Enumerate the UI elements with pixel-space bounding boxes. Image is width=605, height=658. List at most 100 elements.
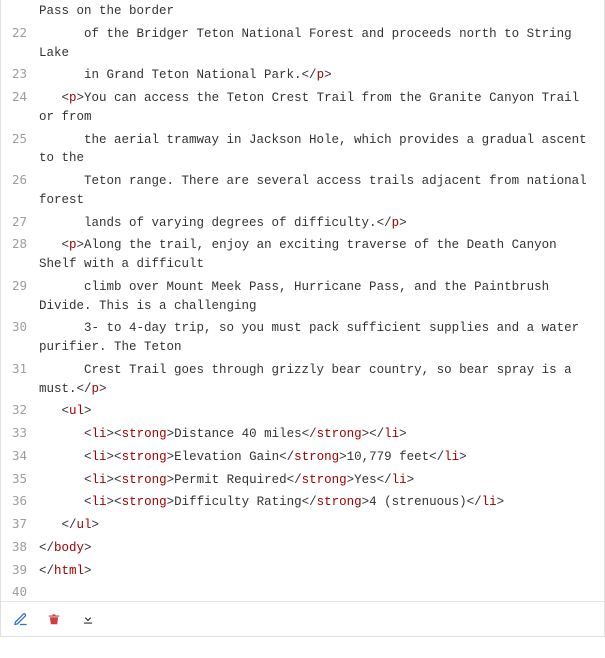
text-token: > bbox=[324, 68, 332, 82]
text-token: Crest Trail goes through grizzly bear co… bbox=[39, 363, 579, 396]
text-token: > bbox=[84, 404, 92, 418]
code-line[interactable]: 26 Teton range. There are several access… bbox=[1, 170, 604, 212]
tag-token: p bbox=[92, 382, 100, 396]
line-number: 36 bbox=[1, 491, 35, 510]
text-token: > bbox=[99, 382, 107, 396]
line-content[interactable]: climb over Mount Meek Pass, Hurricane Pa… bbox=[35, 276, 604, 318]
tag-token: strong bbox=[122, 473, 167, 487]
code-line[interactable]: 35 <li><strong>Permit Required</strong>Y… bbox=[1, 469, 604, 492]
code-line[interactable]: 29 climb over Mount Meek Pass, Hurricane… bbox=[1, 276, 604, 318]
line-content[interactable]: <p>You can access the Teton Crest Trail … bbox=[35, 87, 604, 129]
trash-icon[interactable] bbox=[45, 610, 63, 628]
code-editor: Pass on the border 22 of the Bridger Teto… bbox=[0, 0, 605, 637]
text-token: >< bbox=[107, 450, 122, 464]
code-line[interactable]: 32 <ul> bbox=[1, 400, 604, 423]
line-content[interactable]: <li><strong>Permit Required</strong>Yes<… bbox=[35, 469, 604, 492]
code-line[interactable]: 28 <p>Along the trail, enjoy an exciting… bbox=[1, 234, 604, 276]
line-content[interactable]: in Grand Teton National Park.</p> bbox=[35, 64, 604, 87]
text-token: ></ bbox=[362, 427, 385, 441]
code-line[interactable]: 39</html> bbox=[1, 560, 604, 583]
text-token: > bbox=[459, 450, 467, 464]
text-token: </ bbox=[39, 564, 54, 578]
text-token: < bbox=[39, 473, 92, 487]
line-content[interactable]: <li><strong>Elevation Gain</strong>10,77… bbox=[35, 446, 604, 469]
code-line[interactable]: 24 <p>You can access the Teton Crest Tra… bbox=[1, 87, 604, 129]
tag-token: ul bbox=[69, 404, 84, 418]
code-line[interactable]: 38</body> bbox=[1, 537, 604, 560]
text-token: > bbox=[84, 564, 92, 578]
text-token: >Distance 40 miles</ bbox=[167, 427, 317, 441]
line-content[interactable]: <ul> bbox=[35, 400, 604, 423]
line-content[interactable]: </body> bbox=[35, 537, 604, 560]
text-token: in Grand Teton National Park.</ bbox=[39, 68, 317, 82]
line-number: 29 bbox=[1, 276, 35, 295]
line-number: 25 bbox=[1, 129, 35, 148]
code-line[interactable]: Pass on the border bbox=[1, 0, 604, 23]
line-content[interactable]: of the Bridger Teton National Forest and… bbox=[35, 23, 604, 65]
line-number: 31 bbox=[1, 359, 35, 378]
code-line[interactable]: 31 Crest Trail goes through grizzly bear… bbox=[1, 359, 604, 401]
tag-token: html bbox=[54, 564, 84, 578]
text-token: </ bbox=[39, 541, 54, 555]
text-token: >Permit Required</ bbox=[167, 473, 302, 487]
text-token: </ bbox=[39, 518, 77, 532]
tag-token: strong bbox=[302, 473, 347, 487]
text-token: > bbox=[84, 541, 92, 555]
code-line[interactable]: 36 <li><strong>Difficulty Rating</strong… bbox=[1, 491, 604, 514]
code-line[interactable]: 33 <li><strong>Distance 40 miles</strong… bbox=[1, 423, 604, 446]
line-content[interactable] bbox=[35, 582, 604, 586]
code-line[interactable]: 30 3- to 4-day trip, so you must pack su… bbox=[1, 317, 604, 359]
text-token: the aerial tramway in Jackson Hole, whic… bbox=[39, 133, 594, 166]
text-token: >Elevation Gain</ bbox=[167, 450, 295, 464]
text-token: 3- to 4-day trip, so you must pack suffi… bbox=[39, 321, 587, 354]
text-token: > bbox=[497, 495, 505, 509]
line-number: 22 bbox=[1, 23, 35, 42]
line-number: 27 bbox=[1, 212, 35, 231]
tag-token: li bbox=[384, 427, 399, 441]
edit-icon[interactable] bbox=[11, 610, 29, 628]
text-token: Pass on the border bbox=[39, 4, 174, 18]
line-number: 38 bbox=[1, 537, 35, 556]
line-number: 23 bbox=[1, 64, 35, 83]
text-token: >4 (strenuous)</ bbox=[362, 495, 482, 509]
line-number: 37 bbox=[1, 514, 35, 533]
code-line[interactable]: 40 bbox=[1, 582, 604, 601]
line-content[interactable]: Pass on the border bbox=[35, 0, 604, 23]
line-content[interactable]: the aerial tramway in Jackson Hole, whic… bbox=[35, 129, 604, 171]
text-token: >Difficulty Rating</ bbox=[167, 495, 317, 509]
text-token: lands of varying degrees of difficulty.<… bbox=[39, 216, 392, 230]
code-line[interactable]: 27 lands of varying degrees of difficult… bbox=[1, 212, 604, 235]
tag-token: body bbox=[54, 541, 84, 555]
line-content[interactable]: <li><strong>Difficulty Rating</strong>4 … bbox=[35, 491, 604, 514]
download-icon[interactable] bbox=[79, 610, 97, 628]
code-line[interactable]: 22 of the Bridger Teton National Forest … bbox=[1, 23, 604, 65]
code-line[interactable]: 34 <li><strong>Elevation Gain</strong>10… bbox=[1, 446, 604, 469]
tag-token: p bbox=[392, 216, 400, 230]
line-content[interactable]: </ul> bbox=[35, 514, 604, 537]
text-token: Teton range. There are several access tr… bbox=[39, 174, 594, 207]
text-token: >10,779 feet</ bbox=[339, 450, 444, 464]
line-content[interactable]: lands of varying degrees of difficulty.<… bbox=[35, 212, 604, 235]
tag-token: ul bbox=[77, 518, 92, 532]
line-content[interactable]: 3- to 4-day trip, so you must pack suffi… bbox=[35, 317, 604, 359]
tag-token: strong bbox=[122, 427, 167, 441]
text-token: >< bbox=[107, 495, 122, 509]
line-content[interactable]: Teton range. There are several access tr… bbox=[35, 170, 604, 212]
tag-token: strong bbox=[317, 495, 362, 509]
line-content[interactable]: </html> bbox=[35, 560, 604, 583]
tag-token: strong bbox=[294, 450, 339, 464]
line-content[interactable]: Crest Trail goes through grizzly bear co… bbox=[35, 359, 604, 401]
text-token: < bbox=[39, 404, 69, 418]
code-line[interactable]: 23 in Grand Teton National Park.</p> bbox=[1, 64, 604, 87]
text-token: < bbox=[39, 450, 92, 464]
line-number: 30 bbox=[1, 317, 35, 336]
tag-token: strong bbox=[122, 495, 167, 509]
line-number: 34 bbox=[1, 446, 35, 465]
text-token: > bbox=[92, 518, 100, 532]
line-content[interactable]: <p>Along the trail, enjoy an exciting tr… bbox=[35, 234, 604, 276]
line-content[interactable]: <li><strong>Distance 40 miles</strong></… bbox=[35, 423, 604, 446]
code-area[interactable]: Pass on the border 22 of the Bridger Teto… bbox=[1, 0, 604, 601]
text-token: >Along the trail, enjoy an exciting trav… bbox=[39, 238, 564, 271]
code-line[interactable]: 37 </ul> bbox=[1, 514, 604, 537]
code-line[interactable]: 25 the aerial tramway in Jackson Hole, w… bbox=[1, 129, 604, 171]
